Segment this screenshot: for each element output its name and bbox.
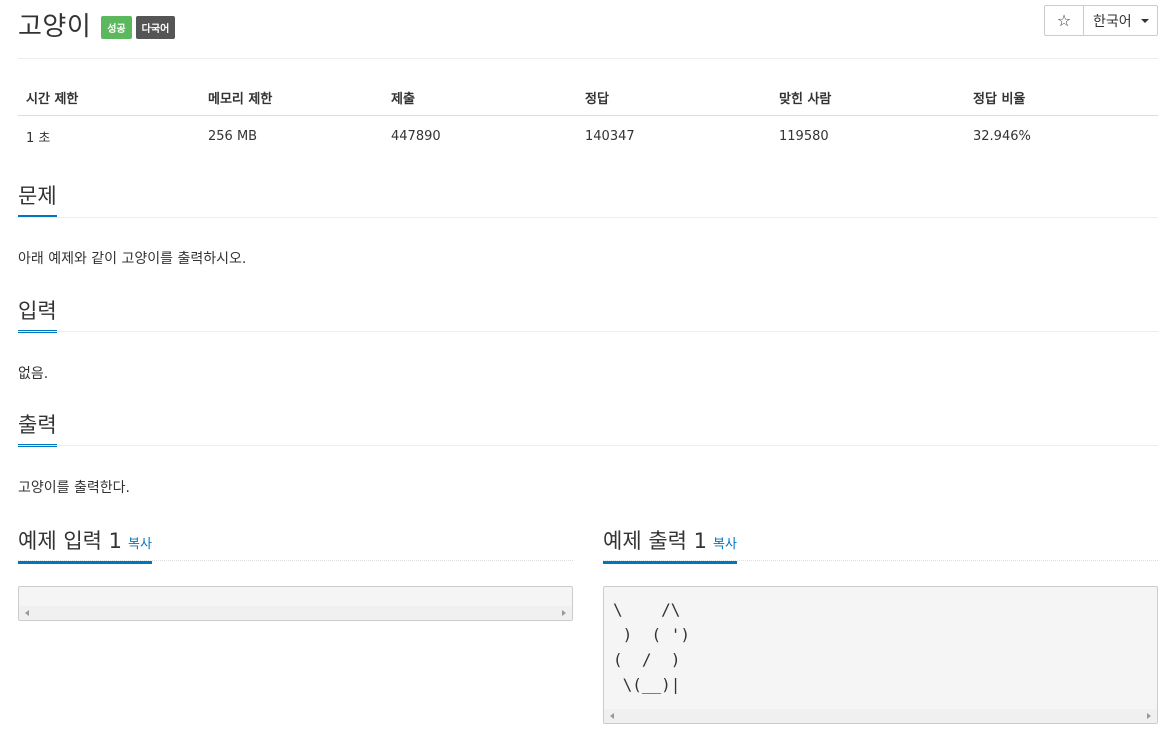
sample-output-title: 예제 출력 1	[603, 529, 707, 553]
scroll-left-icon[interactable]	[25, 610, 29, 616]
language-dropdown[interactable]: 한국어	[1084, 5, 1158, 36]
sample-output-content: \ /\ ) ( ') ( / ) \(__)|	[613, 600, 691, 694]
horizontal-scrollbar[interactable]	[19, 606, 572, 620]
caret-down-icon	[1140, 18, 1149, 23]
copy-output-button[interactable]: 복사	[713, 537, 737, 552]
problem-description: 아래 예제와 같이 고양이를 출력하시오.	[18, 251, 247, 267]
header-accept-ratio: 정답 비율	[965, 85, 1158, 116]
input-heading: 입력	[18, 295, 57, 333]
copy-input-button[interactable]: 복사	[128, 537, 152, 552]
header-solved-users: 맞힌 사람	[771, 85, 965, 116]
sample-input-content	[19, 587, 572, 597]
sample-input-section: 예제 입력 1 복사	[18, 525, 573, 564]
scroll-left-icon[interactable]	[610, 713, 614, 719]
value-accept-ratio: 32.946%	[973, 129, 1031, 144]
value-accepted[interactable]: 140347	[577, 116, 771, 155]
sample-input-title: 예제 입력 1	[18, 529, 122, 553]
info-value-row: 1 초 256 MB 447890 140347 119580 32.946%	[18, 116, 1158, 155]
success-badge: 성공	[101, 16, 132, 39]
top-right-controls: ☆ 한국어	[1044, 5, 1158, 36]
info-header-row: 시간 제한 메모리 제한 제출 정답 맞힌 사람 정답 비율	[18, 85, 1158, 116]
header-memory-limit: 메모리 제한	[200, 85, 383, 116]
header-divider	[18, 58, 1158, 59]
header-submissions: 제출	[383, 85, 577, 116]
section-divider	[603, 560, 1158, 561]
problem-info-table: 시간 제한 메모리 제한 제출 정답 맞힌 사람 정답 비율 1 초 256 M…	[18, 85, 1158, 154]
output-section: 출력 고양이를 출력한다.	[18, 409, 1158, 499]
sample-output-box: \ /\ ) ( ') ( / ) \(__)|	[603, 586, 1158, 724]
input-description: 없음.	[18, 366, 49, 382]
problem-section: 문제 아래 예제와 같이 고양이를 출력하시오.	[18, 180, 1158, 270]
section-divider	[18, 560, 573, 561]
star-button[interactable]: ☆	[1044, 5, 1084, 36]
star-icon: ☆	[1056, 11, 1072, 30]
output-heading: 출력	[18, 409, 57, 447]
output-description: 고양이를 출력한다.	[18, 480, 130, 496]
input-section: 입력 없음.	[18, 295, 1158, 385]
scroll-right-icon[interactable]	[1147, 713, 1151, 719]
sample-input-box	[18, 586, 573, 621]
section-divider	[18, 217, 1158, 218]
horizontal-scrollbar[interactable]	[604, 709, 1157, 723]
section-divider	[18, 445, 1158, 446]
sample-output-heading: 예제 출력 1 복사	[603, 525, 737, 564]
value-solved-users[interactable]: 119580	[771, 116, 965, 155]
multilang-badge: 다국어	[135, 16, 176, 39]
sample-output-section: 예제 출력 1 복사	[603, 525, 1158, 564]
value-memory-limit: 256 MB	[208, 129, 258, 144]
sample-input-heading: 예제 입력 1 복사	[18, 525, 152, 564]
value-time-limit: 1 초	[26, 131, 51, 146]
header-time-limit: 시간 제한	[18, 85, 200, 116]
section-divider	[18, 331, 1158, 332]
scroll-right-icon[interactable]	[562, 610, 566, 616]
problem-title: 고양이	[18, 12, 92, 42]
language-label: 한국어	[1093, 13, 1132, 30]
problem-heading: 문제	[18, 180, 57, 218]
header-accepted: 정답	[577, 85, 771, 116]
value-submissions[interactable]: 447890	[383, 116, 577, 155]
problem-header: 고양이 성공 다국어	[18, 6, 176, 43]
